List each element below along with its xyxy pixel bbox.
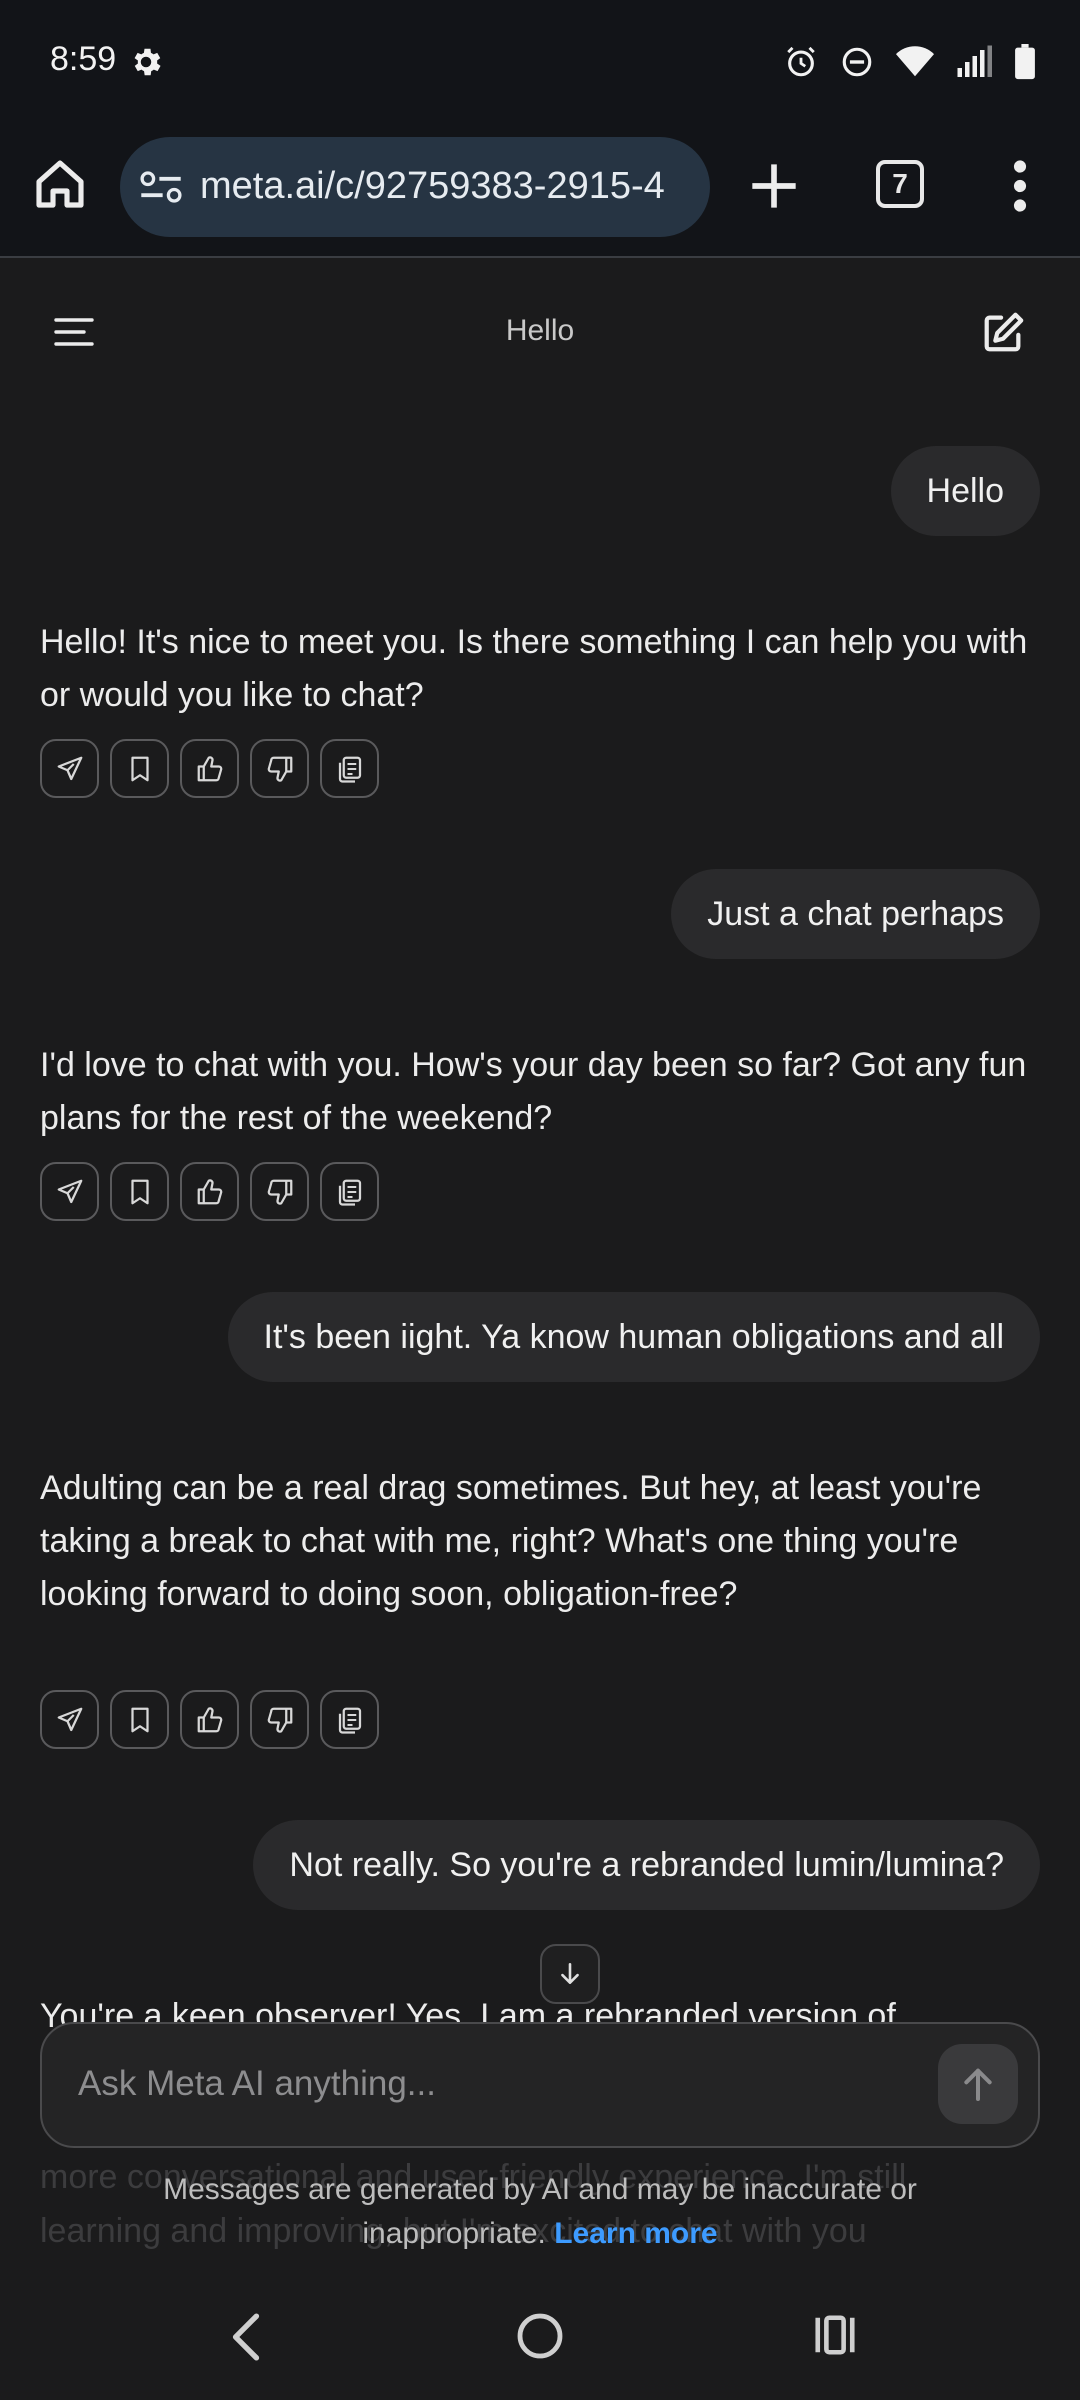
alarm-icon [787, 46, 815, 77]
thumbs-down-button[interactable] [250, 1162, 309, 1221]
signal-icon [957, 45, 992, 77]
status-bar: 8:59 [0, 0, 1080, 120]
copy-button[interactable] [320, 739, 379, 798]
share-button[interactable] [40, 1162, 99, 1221]
message-input-placeholder: Ask Meta AI anything... [78, 2064, 436, 2103]
browser-toolbar: meta.ai/c/92759383-2915-4 7 [0, 120, 1080, 258]
send-button[interactable] [938, 2044, 1018, 2124]
share-icon [57, 1707, 82, 1731]
thumbs-up-icon [197, 1706, 222, 1732]
message-input[interactable]: Ask Meta AI anything... [40, 2022, 1040, 2148]
learn-more-link[interactable]: Learn more [554, 2217, 717, 2250]
status-icons [784, 42, 1036, 82]
user-message: Not really. So you're a rebranded lumin/… [253, 1820, 1040, 1910]
bookmark-icon [130, 756, 149, 781]
bookmark-button[interactable] [110, 739, 169, 798]
bookmark-button[interactable] [110, 1162, 169, 1221]
ai-message: Hello! It's nice to meet you. Is there s… [40, 623, 1028, 714]
dnd-icon [842, 47, 872, 77]
url-text[interactable]: meta.ai/c/92759383-2915-4 [200, 165, 665, 208]
site-settings-icon[interactable] [138, 167, 184, 207]
share-icon [57, 1179, 82, 1203]
user-message: Just a chat perhaps [671, 869, 1040, 959]
share-button[interactable] [40, 739, 99, 798]
arrow-down-icon [561, 1962, 579, 1984]
nav-home-icon[interactable] [516, 2312, 564, 2360]
bookmark-button[interactable] [110, 1690, 169, 1749]
tab-switcher-button[interactable]: 7 [876, 160, 924, 208]
battery-icon [1015, 44, 1035, 80]
bookmark-icon [130, 1179, 149, 1204]
copy-icon [338, 1707, 361, 1734]
page-title: Hello [505, 314, 575, 347]
thumbs-up-button[interactable] [180, 1690, 239, 1749]
nav-back-icon[interactable] [228, 2312, 264, 2362]
thumbs-down-button[interactable] [250, 739, 309, 798]
copy-icon [338, 756, 361, 783]
message-actions [40, 1162, 379, 1221]
bookmark-icon [130, 1707, 149, 1732]
message-actions [40, 739, 379, 798]
thumbs-up-icon [197, 755, 222, 781]
message-actions [40, 1690, 379, 1749]
copy-button[interactable] [320, 1162, 379, 1221]
copy-icon [338, 1179, 361, 1206]
thumbs-up-button[interactable] [180, 739, 239, 798]
url-bar[interactable]: meta.ai/c/92759383-2915-4 [120, 137, 710, 237]
scroll-to-bottom-button[interactable] [540, 1944, 600, 2004]
wifi-icon [896, 46, 934, 77]
send-arrow-icon [964, 2068, 992, 2101]
thumbs-down-icon [267, 756, 292, 782]
plus-icon[interactable] [748, 160, 800, 212]
status-time: 8:59 [50, 40, 117, 78]
disclaimer-line: Messages are generated by AI and may be … [163, 2173, 917, 2206]
ai-disclaimer: Messages are generated by AI and may be … [0, 2168, 1080, 2256]
thumbs-up-icon [197, 1178, 222, 1204]
share-button[interactable] [40, 1690, 99, 1749]
gear-icon [134, 48, 161, 76]
nav-recents-icon[interactable] [812, 2312, 858, 2358]
disclaimer-line: inappropriate. Learn more [0, 2212, 1080, 2256]
ai-message: Adulting can be a real drag sometimes. B… [40, 1469, 982, 1613]
thumbs-down-icon [267, 1179, 292, 1205]
user-message: Hello [890, 446, 1040, 536]
disclaimer-text: inappropriate. [362, 2217, 546, 2250]
copy-button[interactable] [320, 1690, 379, 1749]
share-icon [57, 756, 82, 780]
user-message: It's been iight. Ya know human obligatio… [227, 1292, 1040, 1382]
system-navigation-bar [0, 2280, 1080, 2400]
ai-message: I'd love to chat with you. How's your da… [40, 1046, 1027, 1137]
thumbs-down-button[interactable] [250, 1690, 309, 1749]
more-vert-icon[interactable] [1000, 160, 1040, 212]
new-chat-icon[interactable] [980, 310, 1026, 356]
thumbs-down-icon [267, 1707, 292, 1733]
thumbs-up-button[interactable] [180, 1162, 239, 1221]
home-icon[interactable] [32, 156, 88, 212]
